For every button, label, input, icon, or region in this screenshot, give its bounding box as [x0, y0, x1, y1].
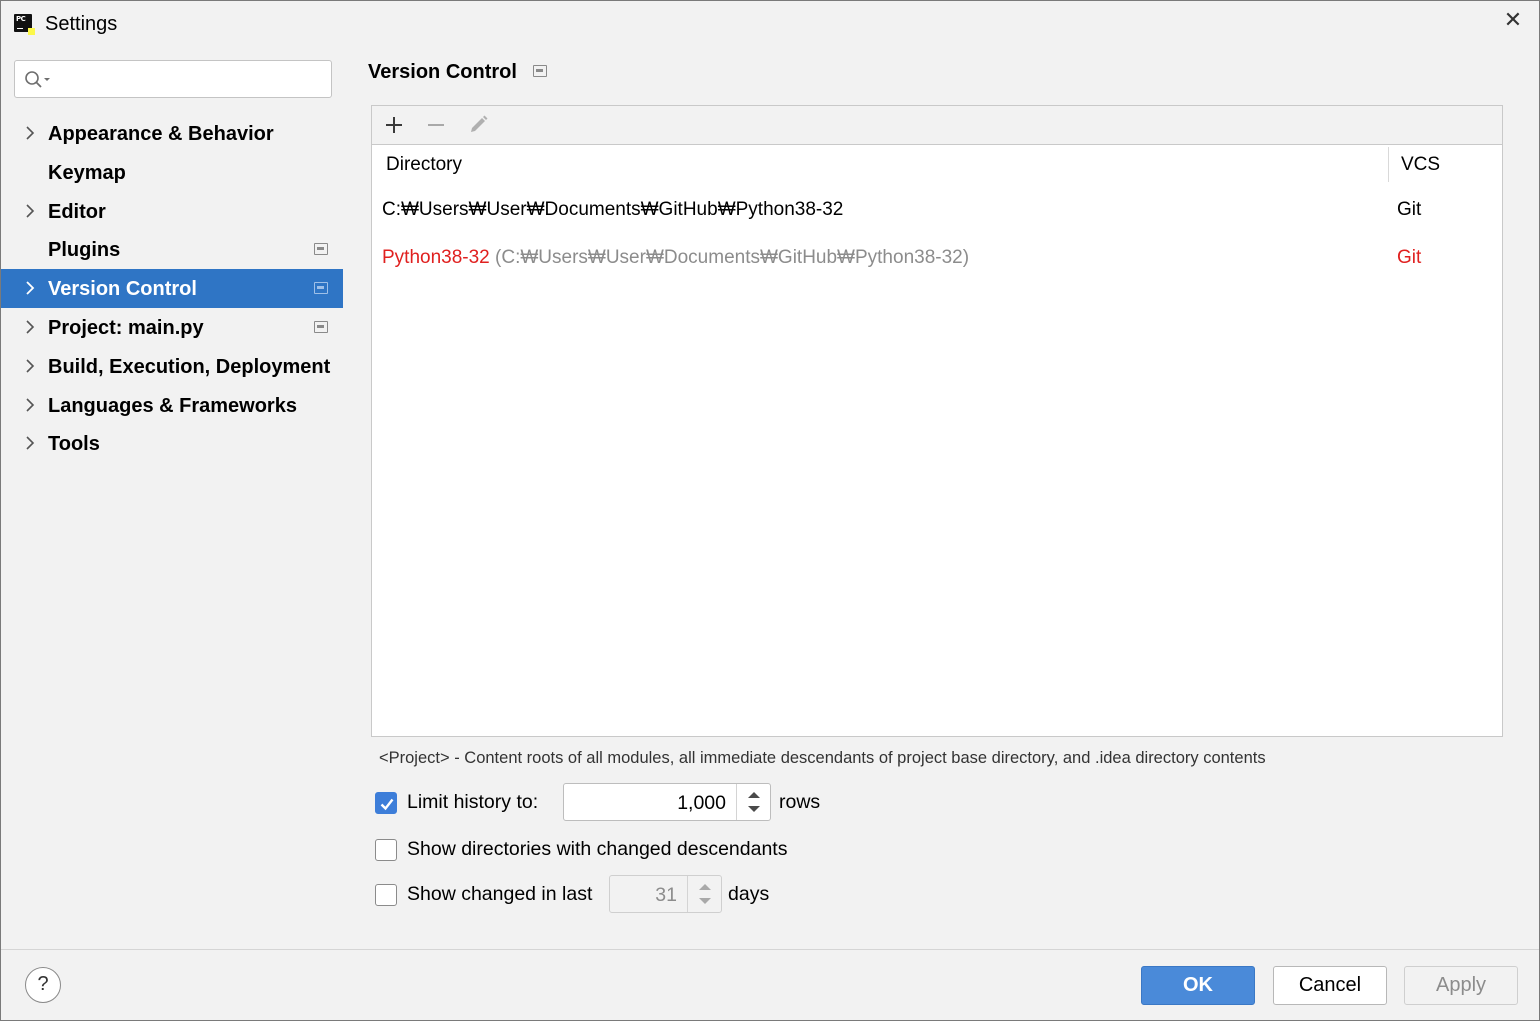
- column-divider[interactable]: [1388, 147, 1389, 182]
- chevron-right-icon[interactable]: [23, 308, 37, 346]
- vcs-cell: Git: [1397, 199, 1422, 220]
- table-toolbar: [372, 106, 1502, 145]
- close-icon[interactable]: ✕: [1501, 9, 1525, 33]
- cancel-button[interactable]: Cancel: [1273, 966, 1387, 1005]
- sidebar-item-label: Keymap: [48, 161, 126, 184]
- days-unit-label: days: [728, 883, 770, 905]
- pencil-icon[interactable]: [467, 114, 491, 136]
- title-bar: PC Settings ✕: [1, 1, 1539, 45]
- sidebar-item-label: Tools: [48, 433, 100, 456]
- spinner-arrows[interactable]: [687, 876, 721, 912]
- window-title: Settings: [45, 13, 118, 35]
- show-changed-checkbox[interactable]: [375, 884, 397, 906]
- chevron-right-icon[interactable]: [23, 424, 37, 462]
- sidebar-item-label: Languages & Frameworks: [48, 394, 297, 417]
- sidebar-item-label: Build, Execution, Deployment: [48, 355, 331, 378]
- table-row[interactable]: C:₩Users₩User₩Documents₩GitHub₩Python38-…: [372, 188, 1502, 232]
- settings-sidebar: Appearance & Behavior Keymap Editor Plug…: [1, 45, 343, 949]
- minus-icon[interactable]: [424, 114, 448, 136]
- show-directories-checkbox[interactable]: [375, 839, 397, 861]
- show-changed-option: Show changed in last 31 days: [375, 875, 835, 915]
- sidebar-item-project[interactable]: Project: main.py: [1, 308, 343, 347]
- project-settings-icon: [314, 243, 328, 256]
- settings-search-input[interactable]: [14, 60, 332, 98]
- plus-icon[interactable]: [382, 114, 406, 136]
- history-rows-value[interactable]: 1,000: [677, 792, 726, 815]
- sidebar-item-plugins[interactable]: Plugins: [1, 230, 343, 269]
- limit-history-label: Limit history to:: [407, 791, 539, 813]
- help-button[interactable]: ?: [25, 967, 61, 1003]
- rows-unit-label: rows: [779, 791, 821, 813]
- settings-nav-tree: Appearance & Behavior Keymap Editor Plug…: [1, 114, 343, 463]
- page-title: Version Control: [368, 61, 517, 83]
- project-settings-icon: [533, 65, 547, 77]
- sidebar-item-editor[interactable]: Editor: [1, 192, 343, 231]
- footer-divider: [1, 949, 1539, 950]
- settings-content: Version Control Directory VCS C:₩Users₩U…: [343, 45, 1539, 949]
- settings-dialog: PC Settings ✕ Appearance & Behavior Keym…: [0, 0, 1540, 1021]
- sidebar-item-keymap[interactable]: Keymap: [1, 153, 343, 192]
- search-icon: [25, 71, 50, 88]
- sidebar-item-label: Project: main.py: [48, 316, 204, 339]
- changed-days-value[interactable]: 31: [655, 884, 677, 907]
- vcs-mappings-table: Directory VCS C:₩Users₩User₩Documents₩Gi…: [371, 105, 1503, 737]
- chevron-right-icon[interactable]: [23, 192, 37, 230]
- spinner-arrows[interactable]: [736, 784, 770, 820]
- project-hint-text: <Project> - Content roots of all modules…: [379, 749, 1266, 767]
- limit-history-checkbox[interactable]: [375, 792, 397, 814]
- project-settings-icon: [314, 320, 328, 333]
- sidebar-item-build-execution-deployment[interactable]: Build, Execution, Deployment: [1, 347, 343, 386]
- spinner-up-down-icon[interactable]: [688, 876, 722, 912]
- directory-cell: C:₩Users₩User₩Documents₩GitHub₩Python38-…: [382, 199, 844, 220]
- sidebar-item-tools[interactable]: Tools: [1, 424, 343, 463]
- show-changed-label: Show changed in last: [407, 883, 593, 905]
- spinner-up-down-icon[interactable]: [737, 784, 771, 820]
- directory-cell: Python38-32 (C:₩Users₩User₩Documents₩Git…: [382, 247, 969, 269]
- chevron-right-icon[interactable]: [23, 269, 37, 307]
- history-rows-spinner[interactable]: 1,000: [563, 783, 771, 821]
- ok-button[interactable]: OK: [1141, 966, 1255, 1005]
- pycharm-app-icon: PC: [12, 12, 35, 35]
- table-row[interactable]: Python38-32 (C:₩Users₩User₩Documents₩Git…: [372, 236, 1502, 280]
- changed-days-spinner[interactable]: 31: [609, 875, 722, 913]
- apply-button[interactable]: Apply: [1404, 966, 1518, 1005]
- sidebar-item-version-control[interactable]: Version Control: [1, 269, 343, 308]
- sidebar-item-label: Appearance & Behavior: [48, 123, 274, 145]
- sidebar-item-label: Editor: [48, 200, 106, 223]
- sidebar-item-appearance-behavior[interactable]: Appearance & Behavior: [1, 114, 343, 153]
- chevron-right-icon[interactable]: [23, 347, 37, 385]
- column-header-vcs[interactable]: VCS: [1401, 154, 1440, 192]
- checkmark-icon: [380, 798, 394, 811]
- column-header-directory[interactable]: Directory: [386, 154, 462, 192]
- vcs-cell: Git: [1397, 247, 1422, 268]
- project-settings-icon: [314, 282, 328, 295]
- unregistered-root-name: Python38-32: [382, 247, 490, 268]
- show-directories-label: Show directories with changed descendant…: [407, 838, 788, 860]
- sidebar-item-label: Version Control: [48, 278, 197, 301]
- sidebar-item-languages-frameworks[interactable]: Languages & Frameworks: [1, 386, 343, 425]
- unregistered-root-path: (C:₩Users₩User₩Documents₩GitHub₩Python38…: [495, 247, 970, 268]
- limit-history-option: Limit history to: 1,000 rows: [375, 783, 835, 823]
- chevron-right-icon[interactable]: [23, 114, 37, 152]
- chevron-right-icon[interactable]: [23, 386, 37, 424]
- show-directories-option: Show directories with changed descendant…: [375, 830, 835, 870]
- sidebar-item-label: Plugins: [48, 239, 121, 262]
